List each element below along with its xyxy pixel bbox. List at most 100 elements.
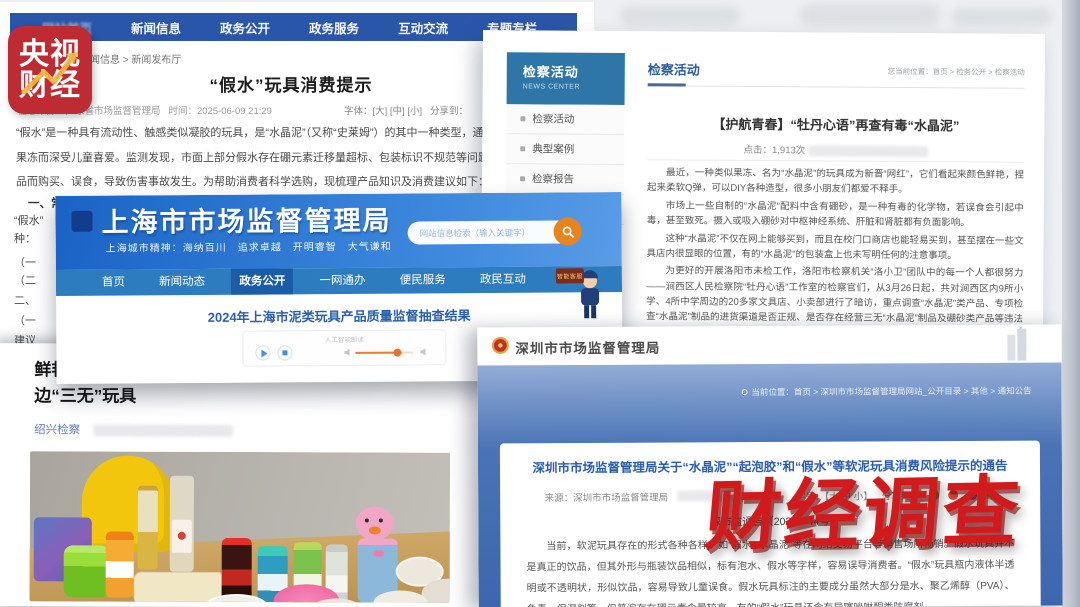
procuratorate-main: 检察活动 您当前位置：首页 > 检务公开 > 检察活动 【护航青春】“牡丹心语”… [646,31,1025,337]
nav-item-news[interactable]: 新闻动态 [151,269,213,295]
notice-source: 来源：深圳市市场监督管理局 [545,489,669,504]
mascot-sign-label: 智能客服 [556,268,584,283]
heading-underline [648,83,686,86]
hits-label: 点击：1,913次 [743,145,805,156]
play-button[interactable] [255,345,270,360]
city-motto: 上海城市精神：海纳百川 追求卓越 开明睿智 大气谦和 [106,238,392,255]
share-label: 分享到： [430,106,468,117]
nav-item-gov-service[interactable]: 政务服务 [309,18,359,37]
play-icon [261,349,267,357]
paragraph: 市场上一些自制的“水晶泥”配料中含有硼砂，是一种有毒的化学物，若误食会引起中毒，… [647,198,1024,231]
paragraph: 最近，一种类似果冻、名为“水晶泥”的玩具成为新晋“网红”，它们看起来颜色鲜艳，捏… [647,165,1024,198]
blurred-header-blob [620,6,740,26]
breadcrumb[interactable]: 新闻信息 > 新闻发布厅 [80,51,181,66]
breadcrumb-text: 当前位置：首页 > 深圳市市场监督管理局网站_公开目录 > 其他 > 通知公告 [751,385,1031,398]
nav-item-gov-open[interactable]: 政务公开 [231,268,293,294]
text-fragment: 二、 [14,292,36,308]
orange-bottle [106,532,134,598]
search-input[interactable] [408,220,572,244]
sidebar-item-reports[interactable]: 检察报告 [506,164,624,195]
duck-bow [374,550,384,556]
divider [648,85,1025,89]
volume-slider[interactable] [355,351,413,353]
duck-beak [369,526,381,534]
gov-emblem-icon [491,336,509,354]
volume-handle[interactable] [393,349,401,357]
site-title: 深圳市市场监督管理局 [515,337,660,358]
font-size-control[interactable]: 字体：[大] [中] [小] [344,106,422,117]
audio-player: 人工智能朗读 [242,329,446,366]
sidebar-item-activities[interactable]: 检察活动 [506,104,624,135]
stop-button[interactable] [277,345,292,360]
nav-item-interact[interactable]: 政民互动 [472,267,534,293]
nav-item-services[interactable]: 便民服务 [392,267,454,293]
label-figure [178,531,186,539]
nav-item-gov-open[interactable]: 政务公开 [220,18,270,37]
blurred-date [808,145,928,157]
site-header: 深圳市市场监督管理局 [477,324,1061,365]
article-source-row: 绍兴检察 [34,421,233,438]
player-label: 人工智能朗读 [243,333,445,344]
duck-head [356,506,394,540]
finance-investigation-watermark: 财经调查 [701,449,1027,565]
speaker-loud-icon [419,347,428,356]
font-share-controls[interactable]: 字体：[大] [中] [小] 分享到： [344,103,468,117]
page-heading: 检察活动 [648,59,700,78]
sidebar-item-cases[interactable]: 典型案例 [506,134,624,165]
text-fragment: （一 [14,254,36,270]
breadcrumb[interactable]: 您当前位置：首页 > 检务公开 > 检察活动 [888,66,1025,78]
blurred-date [93,424,233,436]
page-edge-strip [1062,0,1080,607]
text-fragment: 种： [14,230,36,246]
smart-service-mascot[interactable]: 智能客服 [556,264,602,320]
article-time: 时间：2025-06-09 21:29 [168,106,272,117]
sidebar-item-label: 检察报告 [532,171,574,186]
site-logo-icon [71,211,92,232]
sidebar-header: 检察活动 NEWS CENTER [507,52,625,105]
cctv-finance-logo: 央视 财经 [8,26,92,114]
article-body: 最近，一种类似果冻、名为“水晶泥”的玩具成为新晋“网红”，它们看起来颜色鲜艳，捏… [646,165,1024,337]
nav-item-home[interactable]: 首页 [94,269,133,295]
tall-bottle-label [170,476,194,572]
blurred-header-blob [952,8,1052,26]
stop-icon [282,350,287,355]
sidebar-item-label: 典型案例 [532,141,574,156]
sidebar-subtitle: NEWS CENTER [523,83,625,91]
site-nav-bar: 首页 新闻动态 政务公开 一网通办 便民服务 政民互动 [56,266,622,296]
article-title: 2024年上海市泥类玩具产品质量监督抽查结果 [56,304,622,327]
breadcrumb[interactable]: 当前位置：首页 > 深圳市市场监督管理局网站_公开目录 > 其他 > 通知公告 [741,385,1031,399]
site-header: 上海市市场监督管理局 上海城市精神：海纳百川 追求卓越 开明睿智 大气谦和 [55,192,622,270]
article-title: 【护航青春】“牡丹心语”再查有毒“水晶泥” [647,113,1024,135]
duck-eye [379,518,383,522]
nav-item-one-stop[interactable]: 一网通办 [311,268,373,294]
hit-counter: 点击：1,913次 [647,141,1024,158]
speaker-icon [343,348,352,357]
blurred-header-blob [800,4,940,26]
paragraph: 这种“水晶泥”不仅在网上能够买到，而且在校门口商店也能轻易买到，甚至摆在一些文具… [646,231,1023,264]
nav-item-news[interactable]: 新闻信息 [131,18,181,37]
divider [647,159,1024,163]
search-button[interactable] [554,217,582,245]
green-slime-jar [64,545,110,597]
source-account-link[interactable]: 绍兴检察 [34,424,80,436]
trend-arrow-icon [8,26,92,114]
sidebar-item-label: 检察活动 [532,111,574,126]
bullet-icon [520,176,525,181]
site-title: 上海市市场监督管理局 [101,199,391,240]
search-icon [561,225,574,238]
sidebar-title: 检察活动 [523,61,625,81]
text-fragment: “假水” [14,212,43,228]
toys-photo [30,451,451,602]
tall-bottle [138,486,158,570]
text-fragment: （一 [14,312,36,328]
screenshot-stage: 网站首页 新闻信息 政务公开 政务服务 互动交流 专题专栏 新闻信息 > 新闻发… [0,0,1080,607]
duck-cup [352,506,402,602]
bullet-icon [520,146,525,151]
location-pin-icon [741,389,747,395]
nav-item-interact[interactable]: 互动交流 [398,18,448,37]
duck-eye [365,518,369,522]
text-fragment: （二 [14,272,36,288]
bullet-icon [520,116,525,121]
volume-fill [355,352,396,354]
building-icon [1003,327,1033,361]
